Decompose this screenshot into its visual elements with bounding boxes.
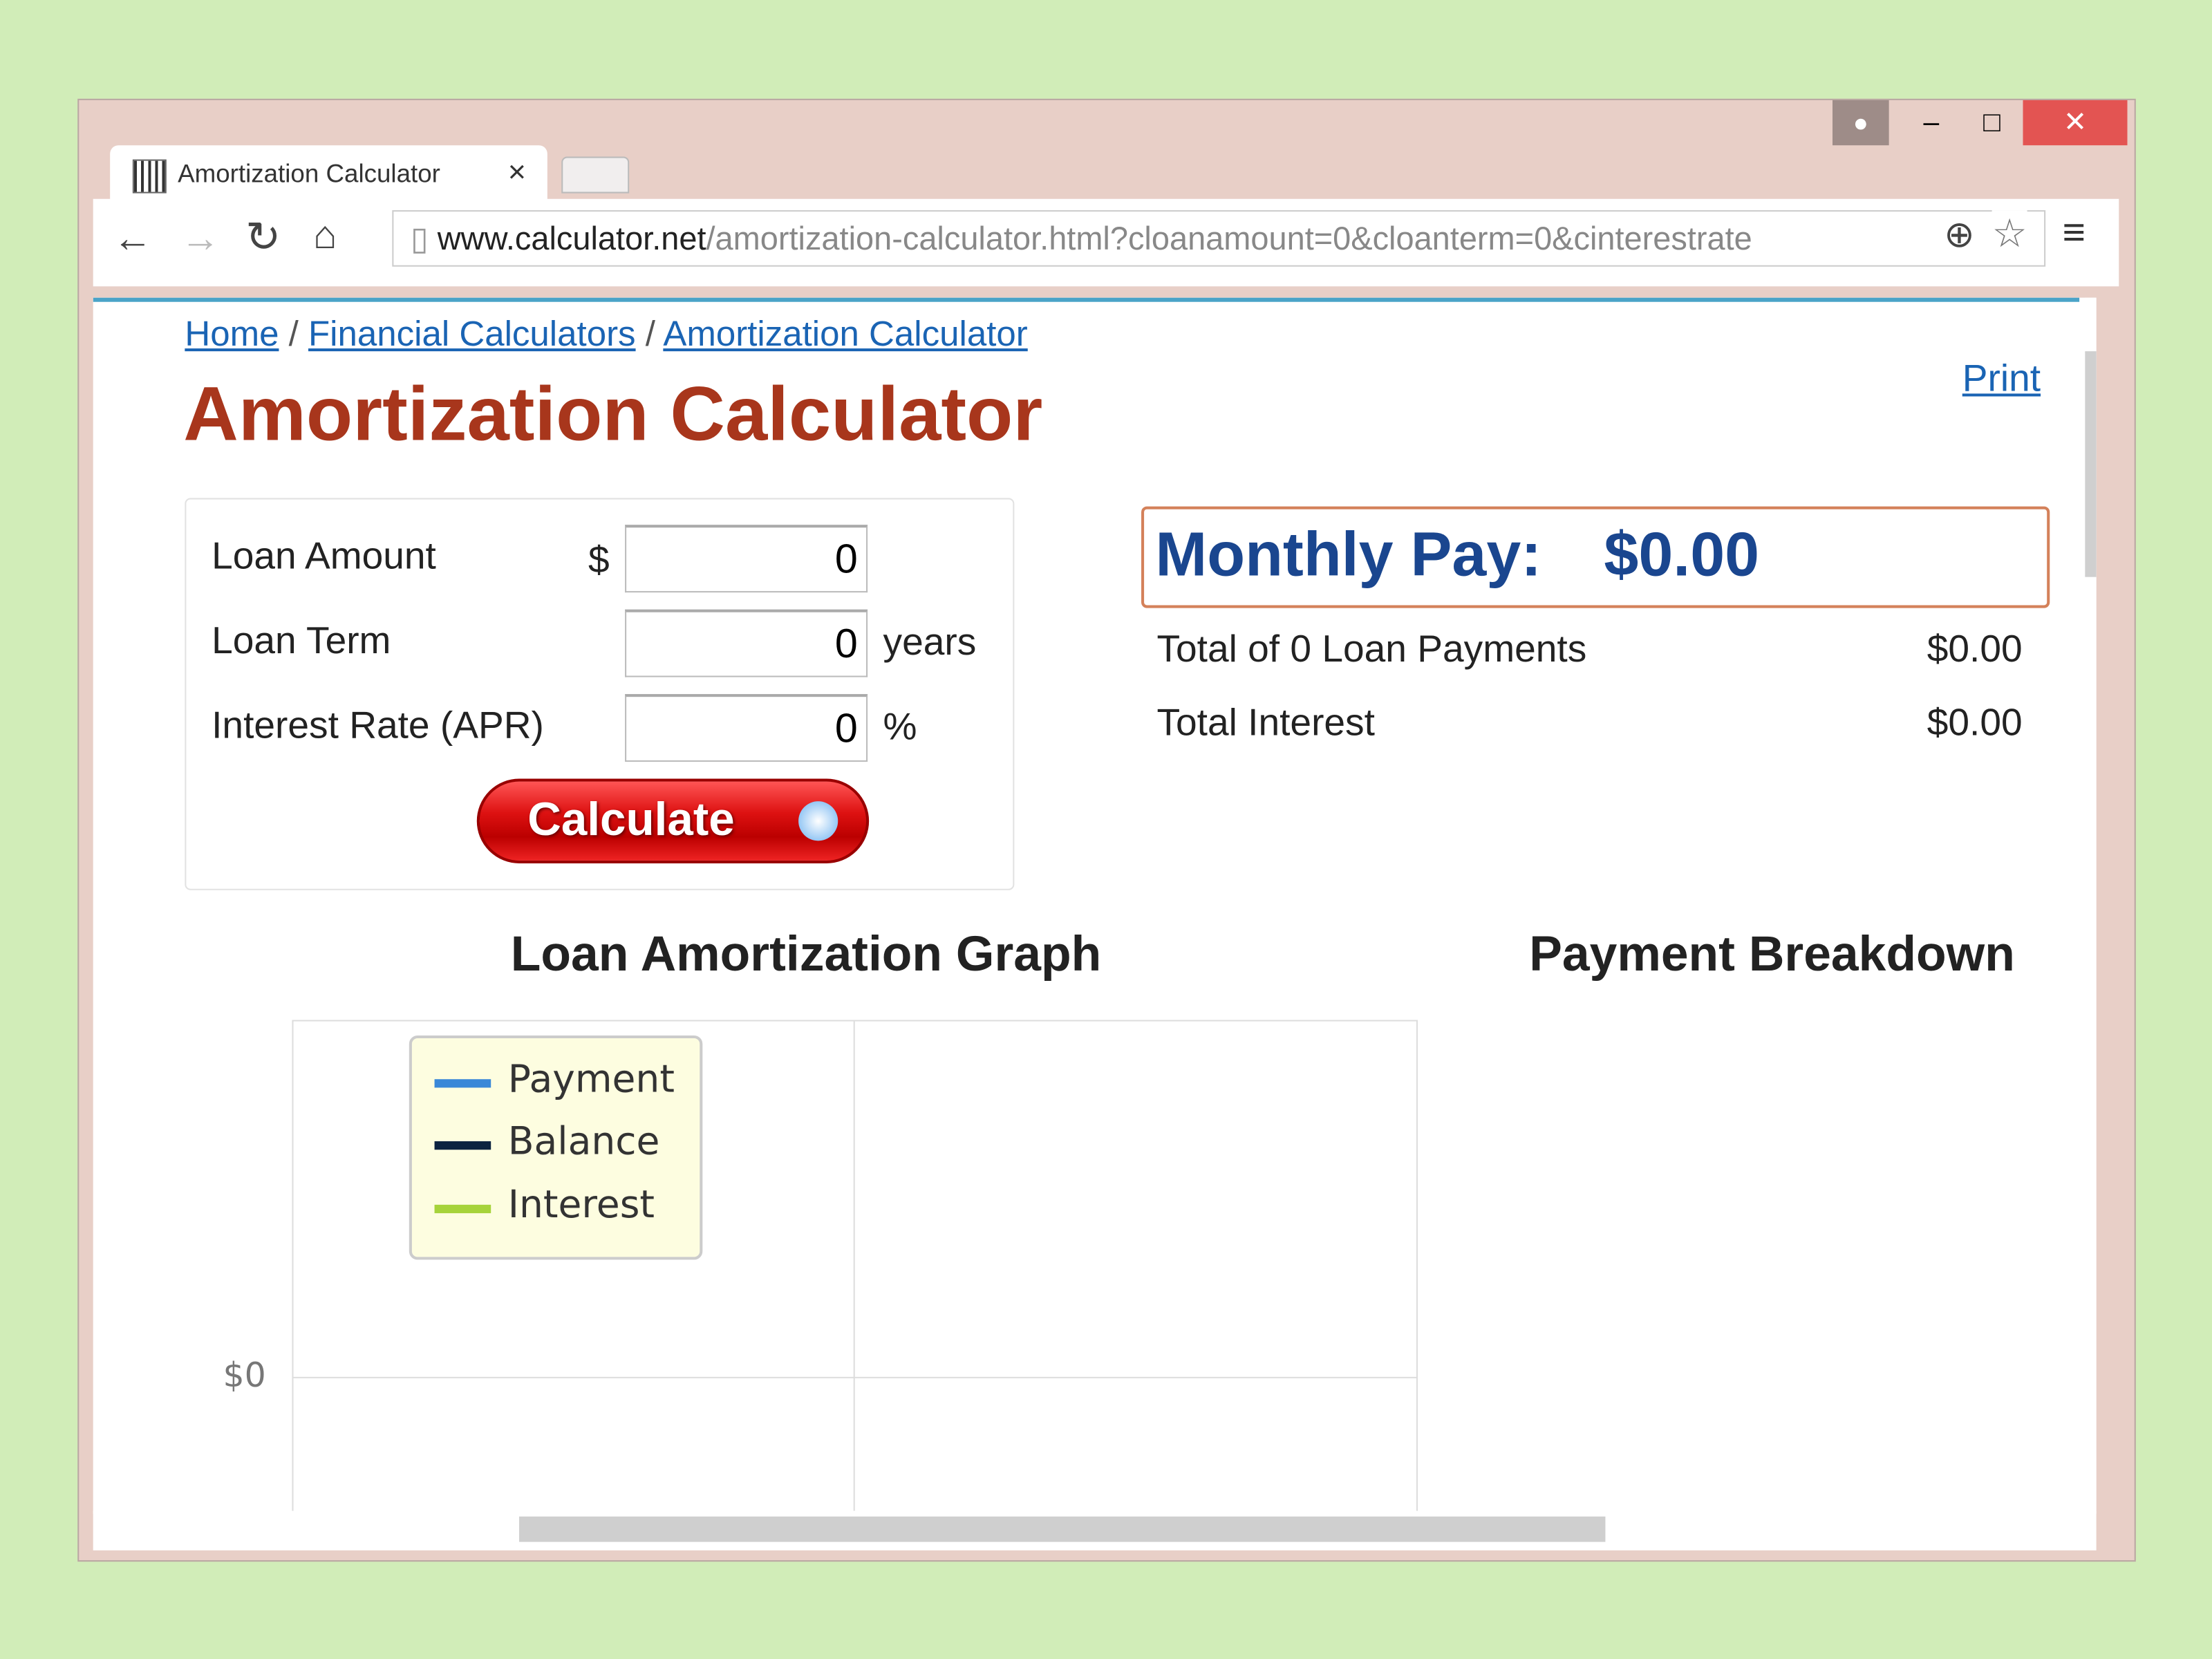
monthly-pay-value: $0.00: [1604, 521, 1760, 590]
grid-line: [853, 1021, 855, 1514]
horizontal-scrollbar[interactable]: [93, 1510, 2097, 1550]
maximize-button[interactable]: □: [1967, 100, 2017, 145]
zoom-icon[interactable]: ⊕: [1944, 213, 1975, 257]
y-axis-tick: $0: [223, 1356, 266, 1396]
legend-swatch-balance: [434, 1141, 491, 1150]
url-path: /amortization-calculator.html?cloanamoun…: [706, 220, 1752, 257]
interest-rate-input[interactable]: 0: [625, 694, 868, 762]
calculate-label: Calculate: [527, 792, 735, 845]
legend-balance: Balance: [507, 1120, 660, 1164]
menu-icon[interactable]: ≡: [2063, 210, 2086, 255]
interest-rate-label: Interest Rate (APR): [212, 704, 544, 747]
breadcrumb-separator: /: [645, 315, 655, 355]
amortization-graph: Payment Balance Interest: [292, 1020, 1418, 1514]
user-profile-button[interactable]: ●: [1832, 100, 1889, 146]
back-icon[interactable]: ←: [113, 216, 152, 261]
home-icon[interactable]: ⌂: [313, 213, 337, 258]
total-interest-label: Total Interest: [1156, 701, 1375, 744]
minimize-button[interactable]: –: [1906, 100, 1956, 145]
calculate-button[interactable]: Calculate: [476, 778, 870, 863]
calculator-favicon-icon: [132, 159, 167, 194]
monthly-pay-label: Monthly Pay:: [1155, 521, 1542, 590]
reload-icon[interactable]: ↻: [245, 213, 281, 262]
play-circle-icon: [798, 801, 838, 841]
payment-breakdown-title: Payment Breakdown: [1529, 926, 2015, 982]
breadcrumb-separator: /: [288, 315, 299, 355]
breadcrumb-home[interactable]: Home: [185, 315, 279, 354]
bookmark-star-icon[interactable]: ☆: [1991, 210, 2027, 257]
new-tab-button[interactable]: [561, 156, 630, 194]
url-domain: www.calculator.net: [437, 220, 706, 257]
monthly-pay-box: Monthly Pay: $0.00: [1141, 506, 2050, 608]
legend-payment: Payment: [507, 1058, 675, 1102]
loan-amount-label: Loan Amount: [212, 534, 436, 577]
header-bar: [93, 297, 2080, 302]
total-payments-label: Total of 0 Loan Payments: [1156, 628, 1587, 671]
page-content: Home / Financial Calculators / Amortizat…: [93, 297, 2097, 1514]
vertical-scrollbar[interactable]: [2085, 297, 2097, 1514]
currency-symbol: $: [588, 538, 610, 581]
breadcrumb-financial-calculators[interactable]: Financial Calculators: [308, 315, 636, 354]
graph-title: Loan Amortization Graph: [510, 926, 1102, 982]
horizontal-scrollbar-thumb[interactable]: [519, 1516, 1606, 1542]
page-title: Amortization Calculator: [183, 372, 1043, 458]
address-bar[interactable]: ▯ www.calculator.net/amortization-calcul…: [392, 210, 2046, 267]
term-unit: years: [883, 620, 977, 664]
close-window-button[interactable]: ✕: [2023, 100, 2128, 146]
breadcrumb-amortization-calculator[interactable]: Amortization Calculator: [663, 315, 1027, 354]
page-icon: ▯: [410, 220, 429, 257]
close-tab-icon[interactable]: ×: [508, 153, 526, 190]
legend-swatch-payment: [434, 1079, 491, 1088]
legend-interest: Interest: [507, 1183, 655, 1228]
rate-unit: %: [883, 705, 917, 748]
loan-term-label: Loan Term: [212, 619, 391, 662]
loan-term-input[interactable]: 0: [625, 609, 868, 677]
loan-amount-input[interactable]: 0: [625, 525, 868, 593]
tab-amortization-calculator[interactable]: Amortization Calculator ×: [110, 145, 547, 202]
grid-line: [293, 1376, 1416, 1378]
browser-window: ● – □ ✕ Amortization Calculator × ← → ↻ …: [77, 98, 2136, 1562]
vertical-scrollbar-thumb[interactable]: [2085, 351, 2097, 577]
breadcrumb: Home / Financial Calculators / Amortizat…: [185, 315, 1027, 355]
forward-icon[interactable]: →: [180, 216, 220, 261]
graph-legend: Payment Balance Interest: [409, 1035, 703, 1260]
toolbar: ← → ↻ ⌂ ▯ www.calculator.net/amortizatio…: [93, 198, 2119, 287]
calculator-form: Loan Amount $ 0 Loan Term 0 years Intere…: [185, 498, 1015, 890]
tab-title: Amortization Calculator: [178, 159, 440, 188]
print-link[interactable]: Print: [1962, 357, 2041, 400]
total-interest-value: $0.00: [1927, 701, 2023, 744]
legend-swatch-interest: [434, 1204, 491, 1214]
total-payments-value: $0.00: [1927, 628, 2023, 671]
